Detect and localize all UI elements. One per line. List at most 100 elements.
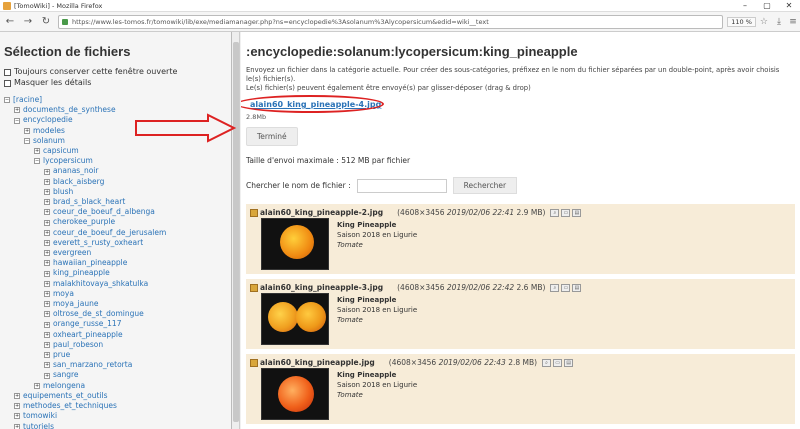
tree-node-label[interactable]: lycopersicum (43, 156, 93, 166)
maximize-icon[interactable]: ▢ (756, 0, 778, 12)
expand-icon[interactable]: + (44, 270, 50, 277)
tree-node[interactable]: + tutoriels (4, 422, 227, 429)
tree-node-label[interactable]: everett_s_rusty_oxheart (53, 238, 143, 248)
result-filename[interactable]: alain60_king_pineapple.jpg (260, 358, 375, 367)
keep-open-option[interactable]: Toujours conserver cette fenêtre ouverte (4, 67, 227, 77)
tree-node-label[interactable]: oxheart_pineapple (53, 330, 123, 340)
tree-node-label[interactable]: encyclopedie (23, 115, 73, 125)
tree-node-label[interactable]: king_pineapple (53, 268, 110, 278)
tree-node-label[interactable]: blush (53, 187, 73, 197)
delete-icon[interactable]: ▤ (564, 358, 574, 367)
tree-node[interactable]: + hawaiian_pineapple (4, 258, 227, 268)
expand-icon[interactable]: + (44, 341, 50, 348)
expand-icon[interactable]: + (34, 148, 40, 155)
expand-icon[interactable]: + (44, 260, 50, 267)
result-filename[interactable]: alain60_king_pineapple-3.jpg (260, 283, 383, 292)
hide-details-checkbox[interactable] (4, 79, 11, 87)
expand-icon[interactable]: + (44, 321, 50, 328)
expand-icon[interactable]: + (44, 199, 50, 206)
expand-icon[interactable]: + (44, 168, 50, 175)
collapse-icon[interactable]: − (4, 97, 10, 104)
tree-node[interactable]: + melongena (4, 381, 227, 391)
tree-node-label[interactable]: coeur_de_boeuf_de_jerusalem (53, 228, 166, 238)
tree-node[interactable]: − [racine] (4, 95, 227, 105)
tree-node-label[interactable]: methodes_et_techniques (23, 401, 117, 411)
collapse-icon[interactable]: − (34, 158, 40, 165)
expand-icon[interactable]: + (44, 178, 50, 185)
link-icon[interactable]: ▭ (553, 358, 563, 367)
scrollbar-thumb[interactable] (233, 42, 239, 422)
tree-node-label[interactable]: malakhitovaya_shkatulka (53, 279, 148, 289)
magnify-icon[interactable]: ⌕ (542, 358, 552, 367)
expand-icon[interactable]: + (44, 239, 50, 246)
tree-node-label[interactable]: equipements_et_outils (23, 391, 108, 401)
tree-node-label[interactable]: orange_russe_117 (53, 319, 121, 329)
link-icon[interactable]: ▭ (561, 208, 571, 217)
expand-icon[interactable]: + (14, 413, 20, 420)
tree-node[interactable]: + oltrose_de_st_domingue (4, 309, 227, 319)
result-thumbnail[interactable] (261, 293, 329, 345)
tree-node-label[interactable]: capsicum (43, 146, 79, 156)
expand-icon[interactable]: + (44, 280, 50, 287)
tree-node-label[interactable]: coeur_de_boeuf_d_albenga (53, 207, 155, 217)
hide-details-option[interactable]: Masquer les détails (4, 78, 227, 88)
tree-node[interactable]: + everett_s_rusty_oxheart (4, 238, 227, 248)
expand-icon[interactable]: + (14, 392, 20, 399)
collapse-icon[interactable]: − (14, 117, 20, 124)
tree-node[interactable]: + oxheart_pineapple (4, 330, 227, 340)
left-scrollbar[interactable] (232, 32, 240, 429)
expand-icon[interactable]: + (44, 250, 50, 257)
tree-node-label[interactable]: moya (53, 289, 74, 299)
tree-node[interactable]: + san_marzano_retorta (4, 360, 227, 370)
tree-node[interactable]: + capsicum (4, 146, 227, 156)
tree-node[interactable]: + tomowiki (4, 411, 227, 421)
collapse-icon[interactable]: − (24, 137, 30, 144)
back-icon[interactable]: ← (2, 14, 18, 30)
tree-node[interactable]: + evergreen (4, 248, 227, 258)
tree-node-label[interactable]: modeles (33, 126, 65, 136)
url-field[interactable]: https://www.les-tomos.fr/tomowiki/lib/ex… (58, 14, 724, 29)
tree-node[interactable]: + coeur_de_boeuf_de_jerusalem (4, 228, 227, 238)
tree-node-label[interactable]: black_aisberg (53, 177, 104, 187)
tree-node-label[interactable]: evergreen (53, 248, 91, 258)
tree-node-label[interactable]: documents_de_synthese (23, 105, 116, 115)
tree-node-label[interactable]: san_marzano_retorta (53, 360, 132, 370)
tree-node[interactable]: + orange_russe_117 (4, 319, 227, 329)
tree-node[interactable]: + cherokee_purple (4, 217, 227, 227)
reload-icon[interactable]: ↻ (38, 14, 54, 30)
bookmark-star-icon[interactable]: ☆ (760, 17, 768, 27)
tree-node-label[interactable]: melongena (43, 381, 85, 391)
keep-open-checkbox[interactable] (4, 68, 11, 76)
expand-icon[interactable]: + (34, 382, 40, 389)
expand-icon[interactable]: + (44, 362, 50, 369)
tree-node-label[interactable]: tomowiki (23, 411, 57, 421)
tree-node[interactable]: + equipements_et_outils (4, 391, 227, 401)
tree-node[interactable]: + paul_robeson (4, 340, 227, 350)
tree-node-label[interactable]: moya_jaune (53, 299, 98, 309)
tree-node[interactable]: − lycopersicum (4, 156, 227, 166)
zoom-level[interactable]: 110 % (727, 16, 756, 27)
tree-node-label[interactable]: brad_s_black_heart (53, 197, 125, 207)
tree-node[interactable]: + brad_s_black_heart (4, 197, 227, 207)
tree-node[interactable]: + moya_jaune (4, 299, 227, 309)
expand-icon[interactable]: + (44, 352, 50, 359)
tree-node-label[interactable]: cherokee_purple (53, 217, 115, 227)
result-thumbnail[interactable] (261, 368, 329, 420)
tree-node-label[interactable]: sangre (53, 370, 79, 380)
expand-icon[interactable]: + (44, 209, 50, 216)
downloads-icon[interactable]: ⤓ (772, 17, 786, 27)
tree-node[interactable]: + blush (4, 187, 227, 197)
delete-icon[interactable]: ▤ (572, 208, 582, 217)
uploaded-file-link[interactable]: alain60_king_pineapple-4.jpg (241, 95, 385, 113)
tree-node-label[interactable]: oltrose_de_st_domingue (53, 309, 144, 319)
tree-node[interactable]: + methodes_et_techniques (4, 401, 227, 411)
tree-node[interactable]: + coeur_de_boeuf_d_albenga (4, 207, 227, 217)
expand-icon[interactable]: + (24, 127, 30, 134)
tree-node[interactable]: + sangre (4, 370, 227, 380)
delete-icon[interactable]: ▤ (572, 283, 582, 292)
tree-node-label[interactable]: solanum (33, 136, 65, 146)
result-thumbnail[interactable] (261, 218, 329, 270)
expand-icon[interactable]: + (44, 188, 50, 195)
expand-icon[interactable]: + (44, 229, 50, 236)
expand-icon[interactable]: + (44, 219, 50, 226)
